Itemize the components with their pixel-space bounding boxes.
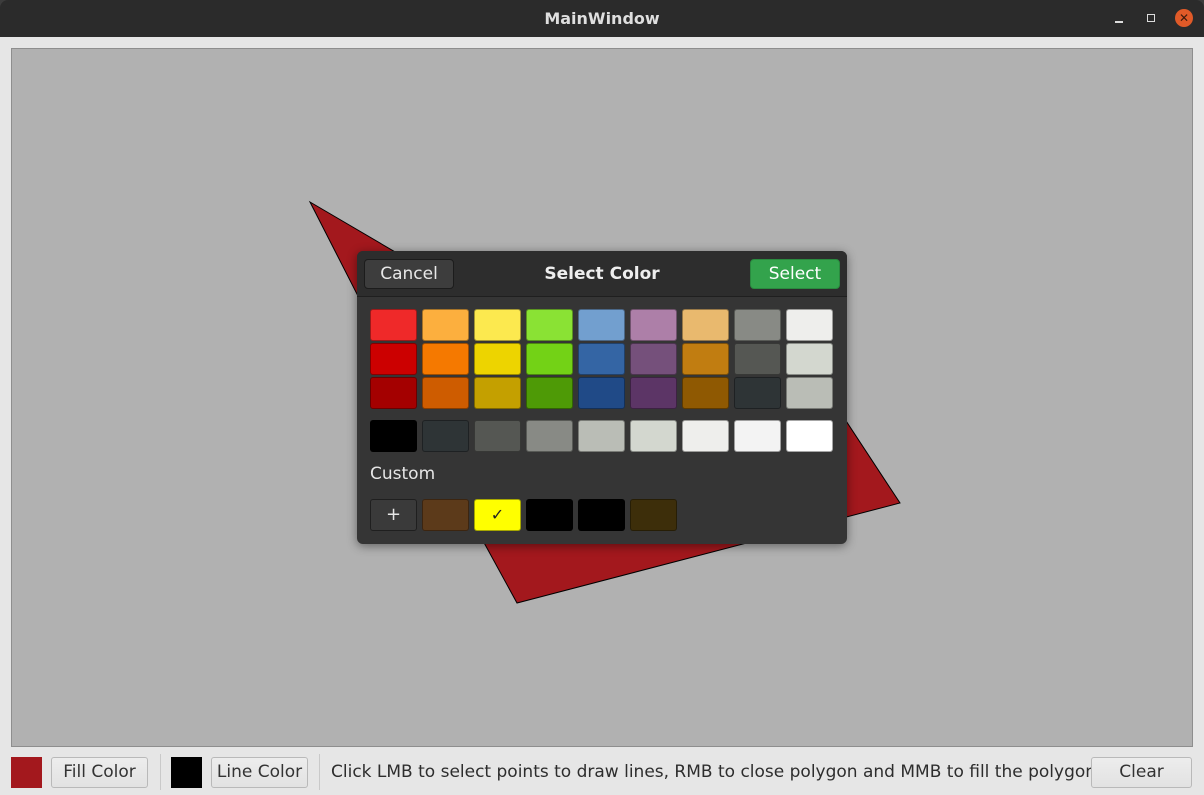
palette-color-swatch[interactable] xyxy=(734,309,781,341)
title-bar: MainWindow ✕ xyxy=(0,0,1204,37)
palette-color-swatch[interactable] xyxy=(422,377,469,409)
select-button[interactable]: Select xyxy=(750,259,840,289)
cancel-button[interactable]: Cancel xyxy=(364,259,454,289)
clear-button[interactable]: Clear xyxy=(1091,757,1192,788)
close-button[interactable]: ✕ xyxy=(1175,9,1193,27)
palette-color-swatch[interactable] xyxy=(786,377,833,409)
toolbar-separator xyxy=(319,754,320,790)
maximize-icon xyxy=(1147,14,1155,22)
palette-color-swatch[interactable] xyxy=(682,309,729,341)
palette-color-swatch[interactable] xyxy=(682,343,729,375)
palette-color-swatch[interactable] xyxy=(370,377,417,409)
close-icon: ✕ xyxy=(1178,11,1190,25)
palette-color-swatch[interactable] xyxy=(630,309,677,341)
palette-color-swatch[interactable] xyxy=(578,343,625,375)
gray-color-swatch[interactable] xyxy=(578,420,625,452)
palette-color-swatch[interactable] xyxy=(578,377,625,409)
custom-color-swatch[interactable] xyxy=(630,499,677,531)
gray-color-swatch[interactable] xyxy=(682,420,729,452)
palette-color-swatch[interactable] xyxy=(422,309,469,341)
palette-color-swatch[interactable] xyxy=(786,343,833,375)
toolbar-separator xyxy=(160,754,161,790)
palette-color-swatch[interactable] xyxy=(630,377,677,409)
add-custom-color-button[interactable]: + xyxy=(370,499,417,531)
status-text: Click LMB to select points to draw lines… xyxy=(331,762,1102,782)
custom-color-swatch[interactable] xyxy=(422,499,469,531)
minimize-button[interactable] xyxy=(1110,9,1128,27)
fill-color-swatch xyxy=(11,757,42,788)
palette-color-swatch[interactable] xyxy=(474,343,521,375)
minimize-icon xyxy=(1115,21,1123,23)
palette-color-swatch[interactable] xyxy=(474,309,521,341)
bottom-toolbar: Fill Color Line Color Click LMB to selec… xyxy=(0,747,1204,795)
gray-color-swatch[interactable] xyxy=(734,420,781,452)
palette-color-swatch[interactable] xyxy=(370,309,417,341)
gray-color-swatch[interactable] xyxy=(370,420,417,452)
palette-color-swatch[interactable] xyxy=(526,377,573,409)
palette-color-swatch[interactable] xyxy=(474,377,521,409)
select-color-dialog: Select Color Cancel Select Custom + ✓ xyxy=(357,251,847,544)
palette-color-swatch[interactable] xyxy=(422,343,469,375)
palette-color-swatch[interactable] xyxy=(578,309,625,341)
palette-color-swatch[interactable] xyxy=(630,343,677,375)
gray-color-swatch[interactable] xyxy=(786,420,833,452)
gray-color-swatch[interactable] xyxy=(526,420,573,452)
window-title: MainWindow xyxy=(544,9,660,28)
gray-color-swatch[interactable] xyxy=(474,420,521,452)
custom-color-swatch[interactable] xyxy=(526,499,573,531)
checkmark-icon: ✓ xyxy=(490,505,505,524)
line-color-button[interactable]: Line Color xyxy=(211,757,308,788)
palette-color-swatch[interactable] xyxy=(734,343,781,375)
palette-color-swatch[interactable] xyxy=(526,343,573,375)
plus-icon: + xyxy=(385,504,402,525)
palette-color-swatch[interactable] xyxy=(526,309,573,341)
custom-colors-label: Custom xyxy=(370,464,436,484)
gray-color-swatch[interactable] xyxy=(630,420,677,452)
fill-color-button[interactable]: Fill Color xyxy=(51,757,148,788)
palette-color-swatch[interactable] xyxy=(734,377,781,409)
maximize-button[interactable] xyxy=(1142,9,1160,27)
gray-color-swatch[interactable] xyxy=(422,420,469,452)
custom-color-swatch[interactable] xyxy=(578,499,625,531)
custom-color-swatch[interactable]: ✓ xyxy=(474,499,521,531)
line-color-swatch xyxy=(171,757,202,788)
dialog-header: Select Color Cancel Select xyxy=(357,251,847,297)
palette-color-swatch[interactable] xyxy=(682,377,729,409)
palette-color-swatch[interactable] xyxy=(786,309,833,341)
palette-color-swatch[interactable] xyxy=(370,343,417,375)
